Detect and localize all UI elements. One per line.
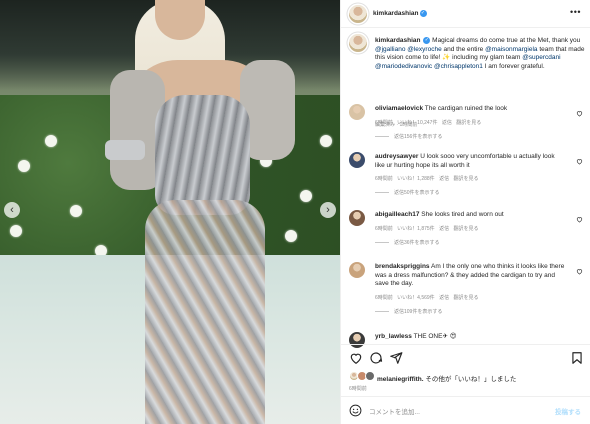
comment-meta: 6時間前 いいね！1,288件 返信 翻訳を見る — [375, 176, 479, 183]
comment-text: yrb_lawless THE ONE✈ 😍 — [375, 333, 565, 342]
photo-flower — [10, 225, 22, 237]
commenter-avatar[interactable] — [349, 262, 365, 278]
commenter-username[interactable]: yrb_lawless — [375, 333, 412, 340]
comment-text: audreysawyer U look sooo very uncomforta… — [375, 153, 565, 170]
commenter-avatar[interactable] — [349, 152, 365, 168]
comment-body: The cardigan ruined the look — [424, 105, 508, 112]
verified-badge-icon: ✓ — [419, 10, 427, 17]
photo-flower — [70, 205, 82, 217]
photo-corset — [155, 95, 250, 215]
like-heart-icon[interactable] — [349, 351, 363, 365]
liker-username[interactable]: melaniegriffith. — [377, 376, 424, 383]
comment-bubble-icon[interactable] — [369, 351, 383, 365]
author-avatar[interactable] — [349, 5, 367, 23]
caption-segment: I am forever grateful. — [482, 63, 545, 70]
mention-link[interactable]: @lexyroche — [407, 46, 441, 53]
comment-like-heart-icon[interactable] — [576, 110, 583, 117]
commenter-username[interactable]: oliviamaelovick — [375, 105, 423, 112]
caption-avatar[interactable] — [349, 34, 367, 52]
prev-photo-button[interactable]: ‹ — [4, 202, 20, 218]
post-comment-button[interactable]: 投稿する — [555, 406, 581, 416]
likes-suffix: その他が「いいね！」しました — [425, 376, 517, 383]
verified-badge-icon: ✓ — [423, 37, 431, 44]
photo-flower — [45, 135, 57, 147]
author-username[interactable]: kimkardashian ✓ — [373, 10, 427, 17]
photo-flower — [18, 160, 30, 172]
comment-text: brendakspriggins Am I the only one who t… — [375, 263, 565, 289]
next-photo-button[interactable]: › — [320, 202, 336, 218]
liker-avatar[interactable] — [365, 371, 375, 381]
view-replies-button[interactable]: 返信109件を表示する — [375, 308, 442, 315]
post-header: kimkardashian ✓ ••• — [341, 0, 590, 28]
comment-like-heart-icon[interactable] — [576, 158, 583, 165]
commenter-avatar[interactable] — [349, 104, 365, 120]
emoji-smile-icon[interactable] — [349, 404, 362, 417]
comment-meta: 6時間前 いいね！10,247件 返信 翻訳を見る — [375, 119, 482, 126]
comment-text: abigailleach17 She looks tired and worn … — [375, 211, 565, 220]
comment-body: THE ONE✈ 😍 — [413, 333, 457, 340]
photo-skirt — [145, 200, 265, 424]
action-bar — [341, 344, 590, 370]
view-replies-button[interactable]: 返信50件を表示する — [375, 189, 440, 196]
photo-flower — [320, 135, 332, 147]
mention-link[interactable]: @maisonmargiela — [485, 46, 537, 53]
caption-segment: Magical dreams do come true at the Met, … — [432, 37, 581, 45]
save-bookmark-icon[interactable] — [570, 351, 584, 365]
comment-text: oliviamaelovick The cardigan ruined the … — [375, 105, 565, 114]
post-photo[interactable]: ‹ › — [0, 0, 340, 424]
view-replies-button[interactable]: 返信36件を表示する — [375, 239, 440, 246]
caption-text: kimkardashian ✓ Magical dreams do come t… — [375, 37, 587, 72]
comment-like-heart-icon[interactable] — [576, 216, 583, 223]
mention-link[interactable]: @mariodedivanovic — [375, 63, 432, 70]
comment-body: She looks tired and worn out — [421, 211, 504, 218]
commenter-username[interactable]: abigailleach17 — [375, 211, 419, 218]
commenter-username[interactable]: brendakspriggins — [375, 263, 430, 270]
likes-text: melaniegriffith. その他が「いいね！」しました — [377, 373, 516, 383]
comment-input[interactable]: コメントを追加... — [369, 406, 420, 416]
add-comment-bar: コメントを追加... 投稿する — [341, 396, 590, 424]
mention-link[interactable]: @jgalliano — [375, 46, 405, 53]
photo-person — [100, 0, 300, 424]
view-replies-button[interactable]: 返信156件を表示する — [375, 133, 442, 140]
mention-link[interactable]: @supercdani — [522, 54, 560, 61]
photo-clutch — [105, 140, 145, 160]
caption-username[interactable]: kimkardashian — [375, 37, 421, 44]
comment-meta: 6時間前 いいね！1,875件 返信 翻訳を見る — [375, 225, 479, 232]
post-timestamp: 6時間前 — [349, 386, 367, 392]
photo-flower — [300, 190, 312, 202]
post-detail-panel: kimkardashian ✓ ••• kimkardashian ✓ Magic… — [340, 0, 590, 424]
share-send-icon[interactable] — [389, 351, 403, 365]
more-options-button[interactable]: ••• — [570, 7, 581, 17]
commenter-username[interactable]: audreysawyer — [375, 153, 418, 160]
comment-meta: 6時間前 いいね！4,569件 返信 翻訳を見る — [375, 294, 479, 301]
commenter-avatar[interactable] — [349, 210, 365, 226]
mention-link[interactable]: @chrisappleton1 — [434, 63, 483, 70]
likes-summary: melaniegriffith. その他が「いいね！」しました — [349, 371, 585, 385]
comment-like-heart-icon[interactable] — [576, 268, 583, 275]
caption-segment: and the entire — [441, 45, 486, 53]
